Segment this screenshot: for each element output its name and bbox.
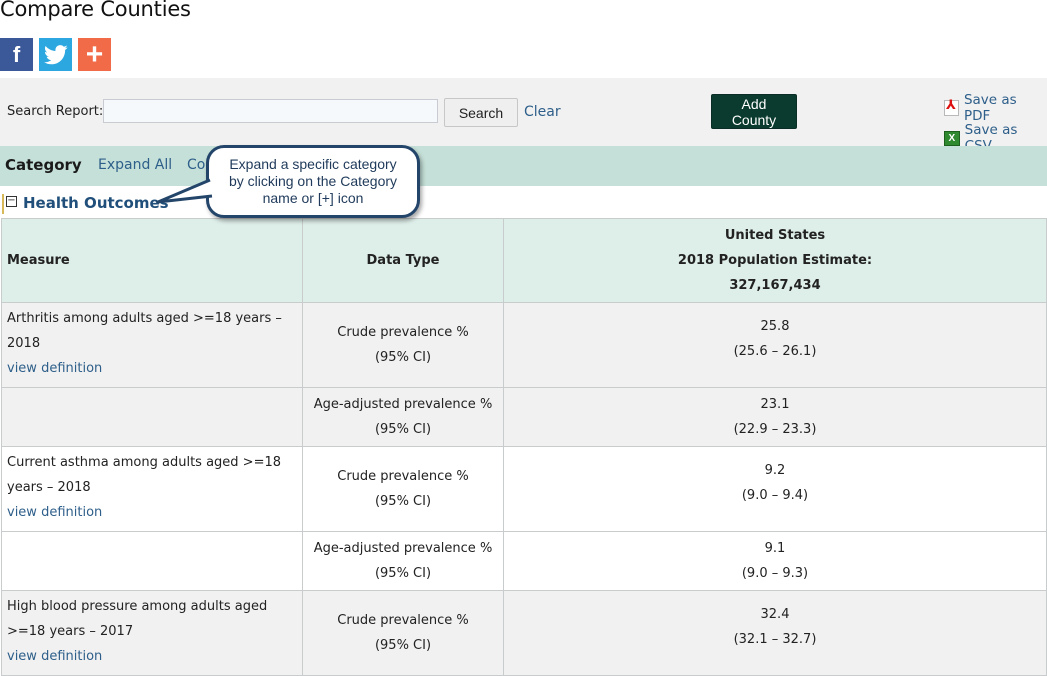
table-row: Age-adjusted prevalence % (95% CI) 9.1 (…	[1, 531, 1047, 591]
search-button[interactable]: Search	[444, 98, 518, 127]
collapse-toggle-icon[interactable]: −	[6, 196, 17, 207]
search-label: Search Report:	[7, 104, 104, 119]
confidence-interval: (9.0 – 9.3)	[741, 566, 809, 581]
view-definition-link[interactable]: view definition	[7, 644, 297, 669]
callout-line-1: Expand a specific category	[229, 156, 397, 172]
table-row: Arthritis among adults aged >=18 years –…	[1, 302, 1047, 388]
ci-label: (95% CI)	[374, 350, 432, 365]
data-type-label: Crude prevalence %	[337, 325, 469, 340]
pdf-icon	[944, 98, 959, 116]
measure-name: High blood pressure among adults aged >=…	[7, 599, 268, 639]
share-more-button[interactable]: +	[78, 38, 111, 71]
view-definition-link[interactable]: view definition	[7, 356, 297, 381]
twitter-share-button[interactable]	[39, 38, 72, 71]
estimate-value: 23.1	[760, 397, 790, 412]
add-county-button[interactable]: Add County	[711, 94, 797, 129]
data-type-label: Age-adjusted prevalence %	[313, 397, 493, 412]
value-cell: 9.1 (9.0 – 9.3)	[503, 531, 1047, 591]
ci-label: (95% CI)	[374, 494, 432, 509]
data-type-label: Age-adjusted prevalence %	[313, 541, 493, 556]
value-cell: 32.4 (32.1 – 32.7)	[503, 590, 1047, 676]
measure-name: Current asthma among adults aged >=18 ye…	[7, 455, 282, 495]
facebook-icon: f	[12, 41, 21, 67]
measure-column-header: Measure	[1, 218, 303, 303]
table-row: Age-adjusted prevalence % (95% CI) 23.1 …	[1, 387, 1047, 447]
page-title: Compare Counties	[0, 0, 191, 21]
region-name: United States	[724, 228, 826, 243]
callout-pointer	[156, 178, 213, 204]
measure-cell	[1, 387, 303, 447]
category-name[interactable]: Health Outcomes	[23, 194, 169, 212]
social-share-bar: f +	[0, 38, 111, 71]
excel-icon: X	[944, 130, 960, 146]
estimate-value: 9.2	[764, 463, 786, 478]
value-cell: 23.1 (22.9 – 23.3)	[503, 387, 1047, 447]
plus-icon: +	[85, 37, 104, 71]
table-header-row: Measure Data Type United States 2018 Pop…	[1, 218, 1047, 303]
save-as-pdf-label: Save as PDF	[963, 92, 1017, 124]
data-type-cell: Age-adjusted prevalence % (95% CI)	[302, 387, 504, 447]
value-cell: 9.2 (9.0 – 9.4)	[503, 446, 1047, 532]
confidence-interval: (9.0 – 9.4)	[741, 488, 809, 503]
report-toolbar: Search Report: Search Clear Add County S…	[0, 78, 1047, 154]
population-label: 2018 Population Estimate:	[677, 253, 873, 268]
measure-cell: Current asthma among adults aged >=18 ye…	[1, 446, 303, 532]
confidence-interval: (22.9 – 23.3)	[733, 422, 817, 437]
confidence-interval: (25.6 – 26.1)	[733, 344, 817, 359]
estimate-value: 32.4	[760, 607, 790, 622]
clear-link[interactable]: Clear	[524, 104, 561, 120]
estimate-value: 25.8	[760, 319, 790, 334]
expand-all-link[interactable]: Expand All	[98, 157, 172, 173]
ci-label: (95% CI)	[374, 422, 432, 437]
data-type-cell: Crude prevalence % (95% CI)	[302, 590, 504, 676]
data-type-column-header: Data Type	[302, 218, 504, 303]
twitter-icon	[43, 44, 68, 64]
data-type-label: Crude prevalence %	[337, 613, 469, 628]
measure-name: Arthritis among adults aged >=18 years –…	[7, 311, 282, 351]
save-as-pdf-link[interactable]: Save as PDF	[944, 92, 1047, 124]
value-cell: 25.8 (25.6 – 26.1)	[503, 302, 1047, 388]
help-callout: Expand a specific category by clicking o…	[206, 145, 420, 218]
population-value: 327,167,434	[729, 278, 821, 293]
data-type-label: Crude prevalence %	[337, 469, 469, 484]
category-accent-bar	[2, 194, 4, 214]
measure-cell	[1, 531, 303, 591]
data-type-cell: Age-adjusted prevalence % (95% CI)	[302, 531, 504, 591]
table-row: High blood pressure among adults aged >=…	[1, 590, 1047, 676]
callout-line-2: by clicking on the Category	[228, 173, 398, 189]
confidence-interval: (32.1 – 32.7)	[733, 632, 817, 647]
search-report-input[interactable]	[103, 99, 438, 123]
ci-label: (95% CI)	[374, 638, 432, 653]
measure-cell: High blood pressure among adults aged >=…	[1, 590, 303, 676]
callout-line-3: name or [+] icon	[262, 190, 364, 206]
view-definition-link[interactable]: view definition	[7, 500, 297, 525]
united-states-column-header: United States 2018 Population Estimate: …	[503, 218, 1047, 303]
measure-cell: Arthritis among adults aged >=18 years –…	[1, 302, 303, 388]
facebook-share-button[interactable]: f	[0, 38, 33, 71]
category-heading: Category	[5, 156, 82, 174]
data-type-cell: Crude prevalence % (95% CI)	[302, 302, 504, 388]
estimate-value: 9.1	[764, 541, 786, 556]
ci-label: (95% CI)	[374, 566, 432, 581]
comparison-table: Measure Data Type United States 2018 Pop…	[1, 218, 1047, 676]
data-type-cell: Crude prevalence % (95% CI)	[302, 446, 504, 532]
table-row: Current asthma among adults aged >=18 ye…	[1, 446, 1047, 532]
